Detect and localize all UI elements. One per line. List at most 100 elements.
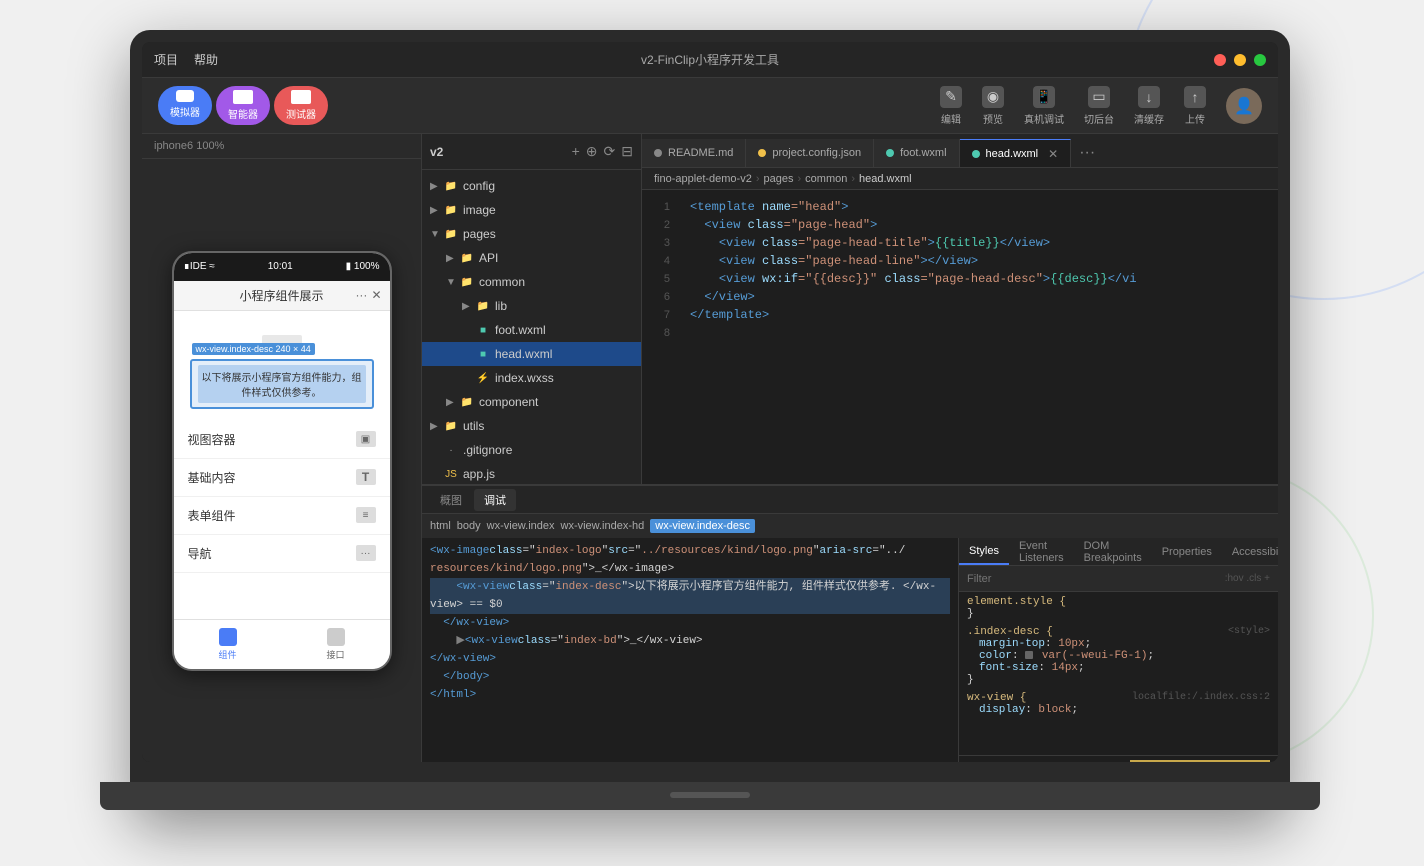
tree-label: common [479,275,525,289]
tree-item-foot-wxml[interactable]: ■ foot.wxml [422,318,641,342]
tab-head-wxml[interactable]: head.wxml ✕ [960,139,1072,167]
tab-readme[interactable]: README.md [642,139,746,167]
tree-label: utils [463,419,484,433]
code-area: 1 2 3 4 5 6 7 8 <templa [642,190,1278,484]
html-token: class [489,542,522,560]
tree-item-gitignore[interactable]: · .gitignore [422,438,641,462]
styles-tabs-row: Styles Event Listeners DOM Breakpoints P… [959,538,1278,566]
tab-close-icon[interactable]: ✕ [1048,147,1058,161]
tree-item-index-wxss[interactable]: ⚡ index.wxss [422,366,641,390]
laptop-notch [670,792,750,798]
html-token: class [518,632,551,650]
tab-more[interactable]: ··· [1071,139,1103,167]
line-8: 8 [642,324,678,342]
styles-tab-styles[interactable]: Styles [959,538,1009,565]
preview-panel: iphone6 100% ∎IDE ≈ 10:01 ▮ 100% 小程序组件展示 [142,134,422,762]
styles-filter-input[interactable] [967,573,1217,585]
user-avatar[interactable]: 👤 [1226,88,1262,124]
refresh-icon[interactable]: ⟳ [604,143,616,160]
style-prop-margin: margin-top: 10px; [967,638,1270,650]
styles-tab-event-listeners[interactable]: Event Listeners [1009,538,1074,565]
html-line-1: resources/kind/logo.png">_</wx-image> [430,560,950,578]
menu-item-help[interactable]: 帮助 [194,51,218,68]
code-token: class [748,218,784,232]
phone-more-icon: ··· [355,288,367,302]
upload-icon: ↑ [1184,86,1206,108]
action-device-debug[interactable]: 📱 真机调试 [1024,86,1064,126]
html-token: </html> [430,686,476,704]
html-bc-index-hd[interactable]: wx-view.index-hd [561,520,645,532]
devtools-tab-wxml[interactable]: 概图 [430,489,472,511]
tab-foot-wxml[interactable]: foot.wxml [874,139,959,167]
minimize-btn[interactable] [1234,54,1246,66]
phone-time: 10:01 [268,261,293,272]
code-token: ="page-head-line" [798,254,920,268]
tab-label: README.md [668,147,733,159]
html-code-area[interactable]: <wx-image class="index-logo" src="../res… [422,538,958,762]
styles-tab-accessibility[interactable]: Accessibility [1222,538,1278,565]
html-token: ">_</wx-view> [617,632,703,650]
tree-item-pages[interactable]: ▼ 📁 pages [422,222,641,246]
tree-item-lib[interactable]: ▶ 📁 lib [422,294,641,318]
breadcrumb-sep: › [851,173,855,185]
phone-list: 视图容器 ▣ 基础内容 T 表单组件 ≡ [174,421,390,619]
tree-item-api[interactable]: ▶ 📁 API [422,246,641,270]
tree-item-app-js[interactable]: JS app.js [422,462,641,484]
new-file-icon[interactable]: + [572,143,580,160]
action-clear-cache[interactable]: ↓ 清缓存 [1134,86,1164,126]
new-folder-icon[interactable]: ⊕ [586,143,598,160]
file-wxml-icon: ■ [476,347,490,361]
tab-project-config[interactable]: project.config.json [746,139,874,167]
style-prop-font-size: font-size: 14px; [967,662,1270,674]
toolbar: 模拟器 智能器 测试器 ✎ 编辑 ◉ 预览 [142,78,1278,134]
html-token: aria-src [820,542,873,560]
breadcrumb-item-2: common [805,173,847,185]
tree-item-image[interactable]: ▶ 📁 image [422,198,641,222]
phone-close-icon: ✕ [371,288,381,302]
html-bc-html[interactable]: html [430,520,451,532]
tree-item-common[interactable]: ▼ 📁 common [422,270,641,294]
action-edit[interactable]: ✎ 编辑 [940,86,962,126]
styles-tab-properties[interactable]: Properties [1152,538,1222,565]
mode-simulator[interactable]: 模拟器 [158,86,212,125]
device-info: iphone6 100% [142,134,421,159]
html-token: ▶ [430,632,465,650]
tree-item-utils[interactable]: ▶ 📁 utils [422,414,641,438]
maximize-btn[interactable] [1254,54,1266,66]
mode-tester[interactable]: 测试器 [274,86,328,125]
action-edit-label: 编辑 [941,111,961,126]
menu-item-project[interactable]: 项目 [154,51,178,68]
html-bc-index[interactable]: wx-view.index [487,520,555,532]
phone-nav-item-1[interactable]: 接口 [282,620,390,669]
html-bc-body[interactable]: body [457,520,481,532]
styles-filter-row: :hov .cls + [959,566,1278,592]
close-btn[interactable] [1214,54,1226,66]
action-preview[interactable]: ◉ 预览 [982,86,1004,126]
code-content[interactable]: <template name="head"> <view class="page… [678,190,1278,484]
html-token: resources/kind/logo.png [430,560,582,578]
devtools-tab-styles[interactable]: 调试 [474,489,516,511]
styles-content: element.style { } .index-desc { <style> [959,592,1278,755]
tree-item-component[interactable]: ▶ 📁 component [422,390,641,414]
list-item-label-1: 基础内容 [188,469,236,486]
action-upload[interactable]: ↑ 上传 [1184,86,1206,126]
breadcrumb-sep: › [756,173,760,185]
breadcrumb-item-0: fino-applet-demo-v2 [654,173,752,185]
phone-nav-item-0[interactable]: 组件 [174,620,282,669]
edit-icon: ✎ [940,86,962,108]
mode-editor[interactable]: 智能器 [216,86,270,125]
line-numbers: 1 2 3 4 5 6 7 8 [642,190,678,484]
action-device-debug-label: 真机调试 [1024,111,1064,126]
style-rule-index-desc: .index-desc { <style> margin-top: 10px; … [967,626,1270,686]
tree-item-config[interactable]: ▶ 📁 config [422,174,641,198]
titlebar: 项目 帮助 v2-FinClip小程序开发工具 [142,42,1278,78]
collapse-icon[interactable]: ⊟ [621,143,633,160]
html-token: </body> [430,668,489,686]
html-token: =" [542,578,555,596]
tree-item-head-wxml[interactable]: ■ head.wxml [422,342,641,366]
line-2: 2 [642,216,678,234]
phone-container: ∎IDE ≈ 10:01 ▮ 100% 小程序组件展示 ··· ✕ [142,159,421,762]
html-bc-index-desc[interactable]: wx-view.index-desc [650,519,755,533]
action-background[interactable]: ▭ 切后台 [1084,86,1114,126]
styles-tab-dom-breakpoints[interactable]: DOM Breakpoints [1074,538,1152,565]
